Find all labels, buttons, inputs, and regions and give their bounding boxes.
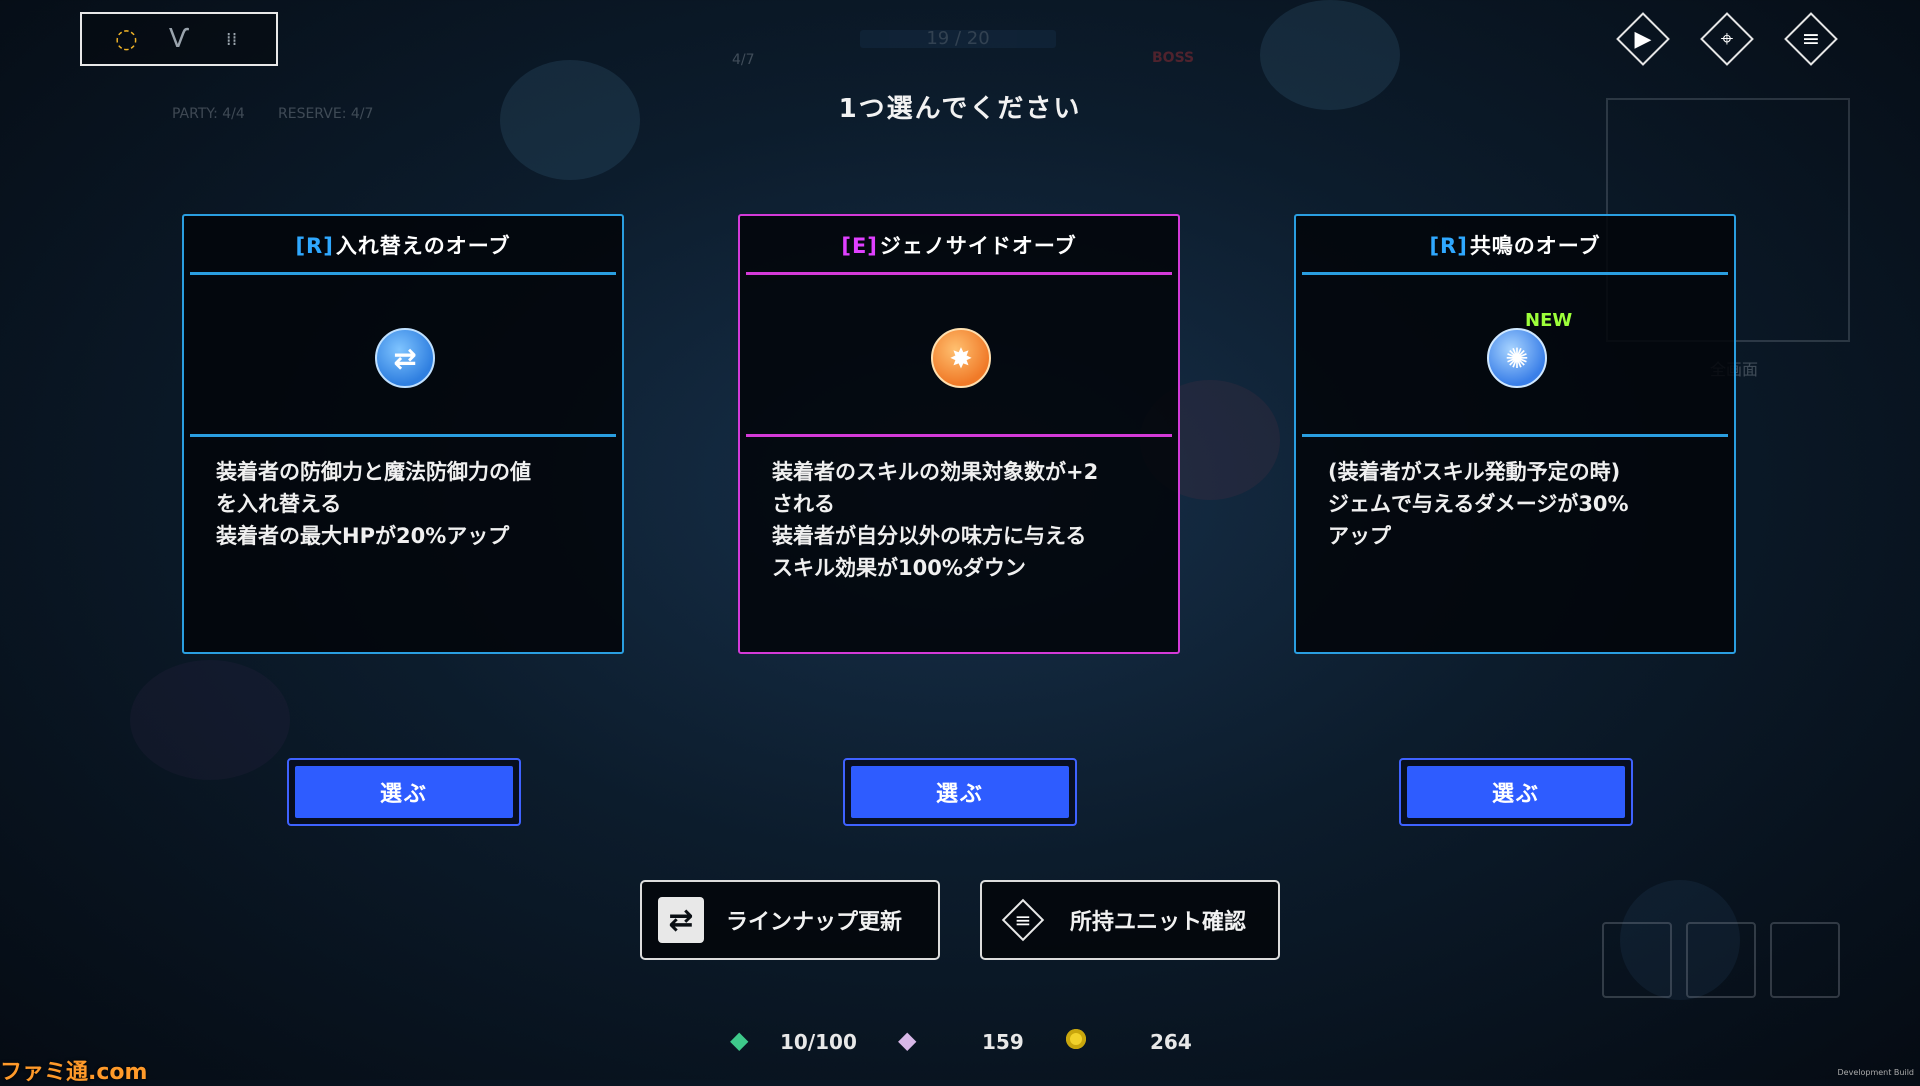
new-badge: NEW	[1525, 310, 1573, 331]
orb-description: 装着者の防御力と魔法防御力の値 を入れ替える 装着者の最大HPが20%アップ	[216, 460, 531, 548]
owned-units-label: 所持ユニット確認	[1070, 910, 1247, 935]
orb-description: (装着者がスキル発動予定の時) ジェムで与えるダメージが30% アップ	[1328, 460, 1629, 548]
boss-label: BOSS	[1152, 50, 1195, 66]
orb-card-swap[interactable]: [R]入れ替えのオーブ ⇄ 装着者の防御力と魔法防御力の値 を入れ替える 装着者…	[182, 214, 624, 654]
unit-slot	[1770, 922, 1840, 998]
coin-icon	[1066, 1029, 1086, 1049]
orb-name: ジェノサイドオーブ	[879, 234, 1077, 258]
choose-label: 選ぶ	[295, 766, 513, 818]
wave-count: 4/7	[732, 52, 755, 68]
ring-icon[interactable]: ◌	[109, 22, 143, 56]
choose-button-1[interactable]: 選ぶ	[287, 758, 521, 826]
gem-count: 10/100	[780, 1030, 857, 1054]
card-title: [R]入れ替えのオーブ	[184, 230, 622, 260]
equipment-tabs: ◌ Ѵ ⁞⁞	[80, 12, 278, 66]
rarity-label: [E]	[841, 234, 878, 258]
resonance-orb-icon: ✺	[1487, 328, 1547, 388]
owned-units-button[interactable]: ≡ 所持ユニット確認	[980, 880, 1280, 960]
divider	[746, 434, 1172, 437]
choose-button-2[interactable]: 選ぶ	[843, 758, 1077, 826]
page-title: 1つ選んでください	[838, 94, 1082, 124]
divider	[1302, 434, 1728, 437]
play-icon: ▶	[1634, 26, 1652, 52]
choose-label: 選ぶ	[1407, 766, 1625, 818]
choose-label: 選ぶ	[851, 766, 1069, 818]
wave-progress: 19 / 20	[860, 30, 1056, 48]
orb-card-genocide[interactable]: [E]ジェノサイドオーブ ✸ 装着者のスキルの効果対象数が+2 される 装着者が…	[738, 214, 1180, 654]
choose-button-3[interactable]: 選ぶ	[1399, 758, 1633, 826]
unit-slot	[1686, 922, 1756, 998]
menu-icon: ≡	[1801, 26, 1821, 52]
swap-orb-icon: ⇄	[375, 328, 435, 388]
orb-card-resonance[interactable]: [R]共鳴のオーブ ✺ NEW (装着者がスキル発動予定の時) ジェムで与えるダ…	[1294, 214, 1736, 654]
coin-count: 264	[1150, 1030, 1192, 1054]
refresh-icon: ⇄	[658, 897, 704, 943]
refresh-lineup-button[interactable]: ⇄ ラインナップ更新	[640, 880, 940, 960]
card-title: [R]共鳴のオーブ	[1296, 230, 1734, 260]
earring-icon[interactable]: ⁞⁞	[215, 22, 249, 56]
refresh-label: ラインナップ更新	[726, 910, 903, 935]
divider	[190, 434, 616, 437]
reserve-count: RESERVE: 4/7	[278, 106, 374, 122]
divider	[190, 272, 616, 275]
unit-slot	[1602, 922, 1672, 998]
play-button[interactable]: ▶	[1616, 12, 1670, 66]
map-pin-button[interactable]: ⌖	[1700, 12, 1754, 66]
crystal-icon: ◆	[898, 1026, 917, 1054]
rarity-label: [R]	[295, 234, 334, 258]
dev-build-label: Development Build	[1837, 1068, 1914, 1077]
menu-button[interactable]: ≡	[1784, 12, 1838, 66]
party-count: PARTY: 4/4	[172, 106, 245, 122]
crystal-count: 159	[982, 1030, 1024, 1054]
divider	[1302, 272, 1728, 275]
map-pin-icon: ⌖	[1720, 26, 1734, 52]
burst-orb-icon: ✸	[931, 328, 991, 388]
rarity-label: [R]	[1429, 234, 1468, 258]
orb-name: 入れ替えのオーブ	[335, 234, 511, 258]
list-icon: ≡	[1000, 897, 1046, 943]
watermark-logo: ファミ通.com	[0, 1060, 148, 1085]
necklace-icon[interactable]: Ѵ	[162, 22, 196, 56]
orb-description: 装着者のスキルの効果対象数が+2 される 装着者が自分以外の味方に与える スキル…	[772, 460, 1099, 580]
card-title: [E]ジェノサイドオーブ	[740, 230, 1178, 260]
gem-icon: ◆	[730, 1026, 749, 1054]
divider	[746, 272, 1172, 275]
orb-name: 共鳴のオーブ	[1469, 234, 1601, 258]
